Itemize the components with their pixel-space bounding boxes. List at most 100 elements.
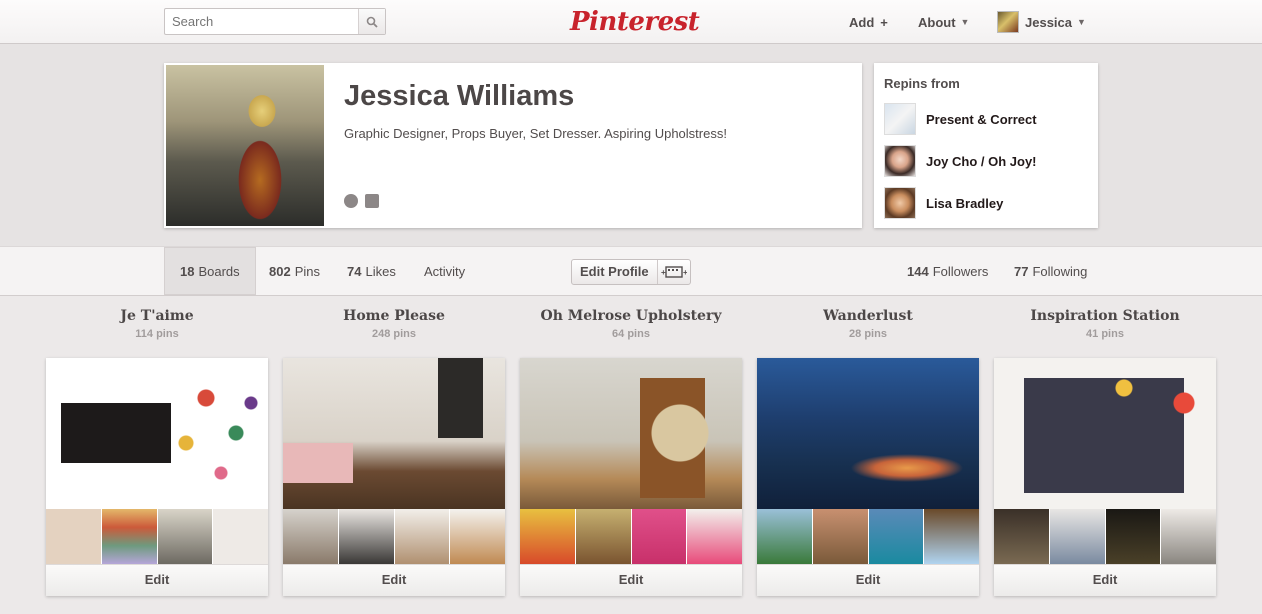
chevron-down-icon: ▼	[960, 17, 970, 27]
board-edit-button[interactable]: Edit	[520, 564, 742, 596]
board-title[interactable]: Inspiration Station	[994, 306, 1216, 326]
profile-photo	[166, 65, 324, 226]
profile-tab-bar: 18 Boards 802 Pins 74 Likes Activity Edi…	[0, 246, 1262, 296]
board-pin-count: 248 pins	[371, 328, 417, 340]
boards-label: Boards	[198, 263, 240, 279]
svg-text:+: +	[661, 268, 666, 277]
facebook-icon[interactable]	[365, 194, 379, 208]
board-cover-image[interactable]	[757, 358, 979, 509]
camera-icon[interactable]: + +	[658, 265, 690, 279]
repins-card: Repins from Present & Correct Joy Cho / …	[874, 63, 1098, 228]
board-thumbnail[interactable]	[101, 509, 157, 564]
user-menu[interactable]: Jessica ▼	[997, 0, 1086, 44]
board-thumbnail[interactable]	[283, 509, 338, 564]
about-menu[interactable]: About ▼	[918, 0, 969, 44]
repin-name: Present & Correct	[926, 111, 1037, 127]
board-thumbnail[interactable]	[631, 509, 687, 564]
board-title[interactable]: Oh Melrose Upholstery	[520, 306, 742, 326]
board-card[interactable]: Edit	[994, 358, 1216, 596]
chevron-down-icon: ▼	[1077, 17, 1086, 27]
search-input[interactable]	[165, 9, 358, 34]
board-thumbnail[interactable]	[687, 509, 742, 564]
profile-name: Jessica Williams	[344, 80, 575, 112]
board-thumbnail[interactable]	[868, 509, 924, 564]
board-thumbnail[interactable]	[394, 509, 450, 564]
board-thumbnail[interactable]	[520, 509, 575, 564]
board-thumbnails	[520, 509, 742, 564]
board-title[interactable]: Je T'aime	[46, 306, 268, 326]
board-thumbnails	[994, 509, 1216, 564]
globe-icon[interactable]	[344, 194, 358, 208]
board-card[interactable]: Edit	[520, 358, 742, 596]
repin-name: Joy Cho / Oh Joy!	[926, 153, 1037, 169]
board-card[interactable]: Edit	[757, 358, 979, 596]
board: Inspiration Station 41 pins Edit	[994, 306, 1216, 596]
board-thumbnails	[46, 509, 268, 564]
repin-item[interactable]: Joy Cho / Oh Joy!	[884, 145, 1094, 177]
board-thumbnail[interactable]	[213, 509, 268, 564]
add-label: Add	[849, 14, 875, 30]
pins-count: 802	[269, 263, 291, 279]
board-card[interactable]: Edit	[46, 358, 268, 596]
board-cover-image[interactable]	[46, 358, 268, 509]
search-button[interactable]	[358, 9, 385, 34]
tab-pins[interactable]: 802 Pins	[269, 247, 320, 295]
tab-likes[interactable]: 74 Likes	[347, 247, 396, 295]
likes-count: 74	[347, 263, 362, 279]
board-thumbnail[interactable]	[924, 509, 979, 564]
board-edit-button[interactable]: Edit	[283, 564, 505, 596]
board-thumbnail[interactable]	[575, 509, 631, 564]
board: Wanderlust 28 pins Edit	[757, 306, 979, 596]
search-box	[164, 8, 386, 35]
repin-name: Lisa Bradley	[926, 195, 1004, 211]
board-thumbnails	[757, 509, 979, 564]
about-label: About	[918, 14, 956, 30]
profile-links	[344, 194, 379, 208]
board-title[interactable]: Home Please	[283, 306, 505, 326]
avatar	[997, 11, 1019, 33]
board-thumbnail[interactable]	[812, 509, 868, 564]
user-label: Jessica	[1025, 14, 1072, 30]
followers-label: Followers	[932, 263, 989, 279]
board-thumbnail[interactable]	[157, 509, 213, 564]
repin-item[interactable]: Lisa Bradley	[884, 187, 1094, 219]
edit-profile-button[interactable]: Edit Profile + +	[571, 259, 691, 285]
followers-count: 144	[907, 263, 929, 279]
tab-boards[interactable]: 18 Boards	[164, 247, 256, 295]
board-thumbnail[interactable]	[1161, 509, 1216, 564]
board-cover-image[interactable]	[520, 358, 742, 509]
board: Oh Melrose Upholstery 64 pins Edit	[520, 306, 742, 596]
board: Home Please 248 pins Edit	[283, 306, 505, 596]
board-thumbnail[interactable]	[450, 509, 505, 564]
repin-avatar	[884, 145, 916, 177]
board: Je T'aime 114 pins Edit	[46, 306, 268, 596]
repin-item[interactable]: Present & Correct	[884, 103, 1094, 135]
search-icon	[366, 16, 378, 28]
board-title[interactable]: Wanderlust	[757, 306, 979, 326]
profile-bio: Graphic Designer, Props Buyer, Set Dress…	[344, 126, 727, 141]
board-thumbnail[interactable]	[1049, 509, 1105, 564]
edit-profile-label: Edit Profile	[572, 260, 658, 284]
board-edit-button[interactable]: Edit	[757, 564, 979, 596]
board-cover-image[interactable]	[994, 358, 1216, 509]
pinterest-logo[interactable]: Pinterest	[570, 3, 700, 41]
board-pin-count: 64 pins	[612, 328, 650, 340]
tab-following[interactable]: 77 Following	[1014, 247, 1087, 295]
board-thumbnail[interactable]	[46, 509, 101, 564]
svg-text:+: +	[683, 268, 687, 277]
board-thumbnail[interactable]	[338, 509, 394, 564]
board-pin-count: 28 pins	[849, 328, 887, 340]
board-edit-button[interactable]: Edit	[994, 564, 1216, 596]
boards-count: 18	[180, 263, 195, 279]
board-cover-image[interactable]	[283, 358, 505, 509]
board-card[interactable]: Edit	[283, 358, 505, 596]
board-thumbnail[interactable]	[994, 509, 1049, 564]
board-thumbnail[interactable]	[1105, 509, 1161, 564]
following-label: Following	[1032, 263, 1088, 279]
tab-activity[interactable]: Activity	[424, 247, 465, 295]
tab-followers[interactable]: 144 Followers	[907, 247, 988, 295]
likes-label: Likes	[365, 263, 396, 279]
board-thumbnail[interactable]	[757, 509, 812, 564]
add-menu[interactable]: Add +	[849, 0, 888, 44]
board-edit-button[interactable]: Edit	[46, 564, 268, 596]
